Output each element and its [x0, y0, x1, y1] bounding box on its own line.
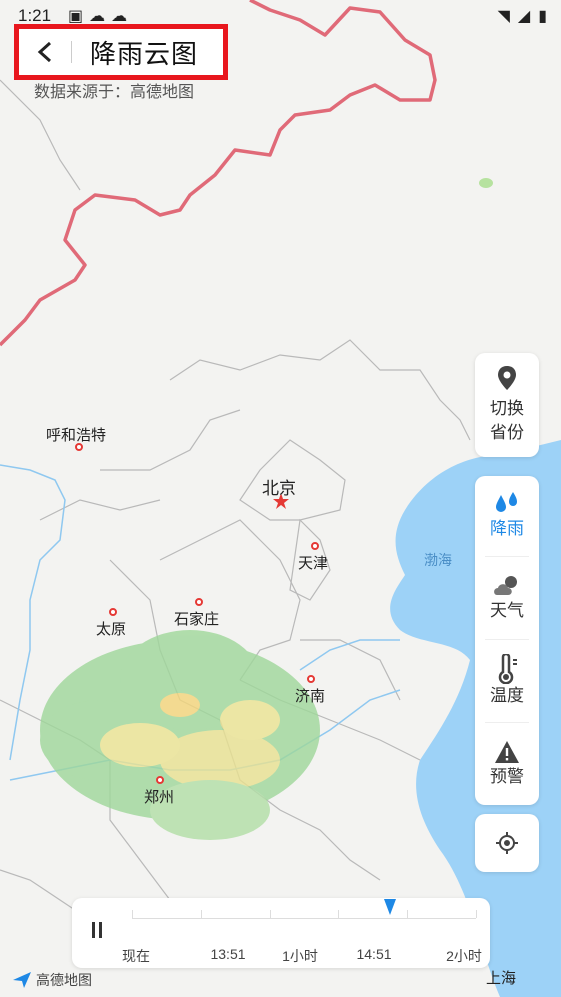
timeline-label: 1小时 [282, 948, 318, 964]
thermometer-icon [498, 654, 517, 684]
data-source-text: 数据来源于：高德地图 [34, 84, 195, 101]
back-button[interactable] [19, 29, 71, 75]
city-label-shijiazhuang: 石家庄 [174, 611, 220, 628]
city-marker-icon [311, 542, 319, 550]
timeline-tick [338, 910, 340, 918]
weather-notification-icon: ☁ [89, 8, 106, 25]
city-marker-icon [75, 443, 83, 451]
city-label-taiyuan: 太原 [96, 621, 127, 638]
timeline-tick [132, 910, 133, 918]
switch-province-panel[interactable]: 切换 省份 [475, 353, 539, 457]
status-notification-icons: ▣ ☁ ☁ [68, 6, 127, 26]
timeline-tick [200, 910, 202, 918]
timeline-position-marker[interactable] [384, 899, 396, 915]
rain-layer-button[interactable]: 降雨 [475, 476, 539, 556]
temperature-layer-button[interactable]: 温度 [475, 640, 539, 722]
location-pin-icon [498, 366, 516, 390]
timeline-tick [476, 910, 477, 918]
crosshair-icon [496, 832, 518, 854]
pause-button[interactable] [86, 922, 108, 944]
city-label-huhehaote: 呼和浩特 [46, 427, 107, 444]
partly-cloudy-icon [494, 576, 517, 595]
raindrops-icon [496, 492, 517, 512]
rain-layer-label: 降雨 [490, 519, 524, 538]
pause-icon [99, 922, 102, 938]
timeline-player: 现在 13:51 1小时 14:51 2小时 [72, 898, 490, 968]
wifi-icon: ◥ [497, 8, 510, 25]
title-separator [71, 41, 72, 63]
map-logo-text: 高德地图 [36, 972, 92, 988]
switch-province-button[interactable]: 切换 省份 [475, 353, 539, 457]
city-marker-icon [156, 776, 164, 784]
timeline-label: 2小时 [446, 948, 482, 964]
title-bar: 降雨云图 [14, 24, 228, 80]
sea-label: 渤海 [424, 552, 452, 568]
warning-icon [495, 741, 519, 763]
city-label-zhengzhou: 郑州 [144, 789, 175, 806]
chevron-left-icon [37, 41, 52, 63]
weather-layer-button[interactable]: 天气 [475, 557, 539, 639]
navigation-arrow-icon [13, 972, 31, 988]
city-marker-icon [195, 598, 203, 606]
signal-icon: ◢ [517, 8, 531, 25]
weather-layer-label: 天气 [490, 601, 524, 620]
warning-layer-label: 预警 [490, 767, 524, 786]
page-title: 降雨云图 [90, 38, 199, 69]
city-label-beijing: 北京 [262, 479, 296, 498]
cloud-notification-icon: ☁ [111, 8, 128, 25]
timeline-label: 14:51 [356, 946, 392, 962]
layer-panel: 降雨 天气 温度 预警 [475, 476, 539, 805]
switch-province-label: 切换 省份 [490, 399, 524, 442]
battery-icon: ▮ [538, 8, 547, 25]
timeline-label: 现在 [122, 948, 150, 964]
city-marker-icon [307, 675, 315, 683]
status-system-icons: ◥ ◢ ▮ [498, 6, 547, 26]
timeline-label: 13:51 [210, 946, 246, 962]
app-notification-icon: ▣ [68, 8, 84, 25]
pause-icon [92, 922, 95, 938]
timeline-track[interactable] [132, 910, 477, 919]
city-label-jinan: 济南 [295, 688, 326, 705]
locate-button[interactable] [475, 814, 539, 872]
temperature-layer-label: 温度 [490, 686, 524, 705]
city-marker-icon [109, 608, 117, 616]
map-logo: 高德地图 [12, 970, 92, 990]
city-label-tianjin: 天津 [298, 555, 329, 572]
timeline-tick [269, 910, 271, 918]
city-label-shanghai: 上海 [486, 970, 517, 987]
timeline-tick [407, 910, 409, 918]
warning-layer-button[interactable]: 预警 [475, 723, 539, 805]
status-time: 1:21 [18, 6, 52, 25]
